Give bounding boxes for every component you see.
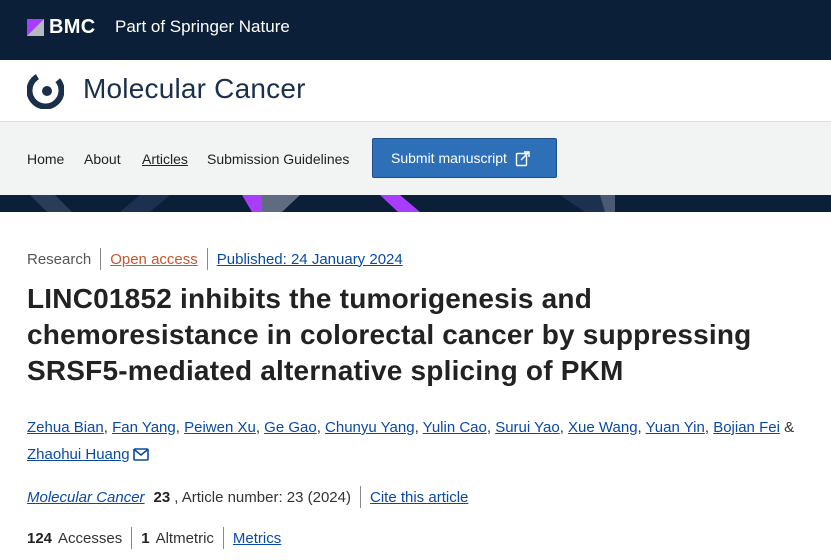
author-link[interactable]: Xue Wang: [568, 419, 638, 436]
citation-line: Molecular Cancer 23 , Article number: 23…: [27, 486, 468, 508]
bmc-logo-icon: [27, 19, 44, 36]
author-separator: ,: [103, 419, 113, 436]
author-link[interactable]: Yulin Cao: [423, 419, 487, 436]
metrics-line: 124 Accesses 1 Altmetric Metrics: [27, 527, 281, 549]
citation-article-number: , Article number: 23 (2024): [174, 488, 351, 506]
author-link[interactable]: Zehua Bian: [27, 419, 104, 436]
nav-articles[interactable]: Articles: [142, 151, 188, 167]
metrics-divider: [131, 527, 133, 549]
external-upload-icon: [515, 150, 530, 166]
journal-title[interactable]: Molecular Cancer: [83, 73, 306, 105]
cite-this-article-link[interactable]: Cite this article: [370, 489, 468, 506]
metrics-link[interactable]: Metrics: [233, 530, 281, 547]
submit-manuscript-label: Submit manuscript: [391, 150, 507, 166]
article-type: Research: [27, 250, 92, 268]
decorative-banner: [0, 195, 831, 212]
journal-nav: Home About Articles Submission Guideline…: [0, 121, 831, 195]
author-link[interactable]: Bojian Fei: [713, 419, 780, 436]
author-link[interactable]: Chunyu Yang: [325, 419, 415, 436]
author-separator: ,: [316, 419, 326, 436]
mail-icon[interactable]: [132, 448, 149, 461]
author-link[interactable]: Ge Gao: [264, 419, 317, 436]
author-separator: ,: [637, 419, 646, 436]
published-date-link[interactable]: Published: 24 January 2024: [217, 251, 403, 268]
author-link[interactable]: Fan Yang: [112, 419, 176, 436]
author-separator: ,: [175, 419, 185, 436]
nav-about[interactable]: About: [84, 151, 121, 167]
article-meta: Research Open access Published: 24 Janua…: [27, 248, 403, 270]
nav-home[interactable]: Home: [27, 151, 64, 167]
bmc-logo-link[interactable]: BMC: [27, 16, 95, 39]
article-title: LINC01852 inhibits the tumorigenesis and…: [27, 283, 752, 386]
submit-manuscript-button[interactable]: Submit manuscript: [372, 138, 557, 178]
author-separator: ,: [414, 419, 423, 436]
altmetric-count: 1: [141, 529, 150, 547]
nav-submission-guidelines[interactable]: Submission Guidelines: [207, 151, 349, 167]
journal-header: Molecular Cancer: [0, 60, 831, 121]
meta-divider: [100, 248, 102, 270]
author-link[interactable]: Surui Yao: [495, 419, 560, 436]
springer-nature-text[interactable]: Part of Springer Nature: [115, 17, 290, 37]
citation-volume: 23: [153, 488, 171, 506]
altmetric-label: Altmetric: [155, 529, 214, 547]
author-separator: &: [779, 419, 795, 436]
citation-journal-link[interactable]: Molecular Cancer: [27, 489, 145, 506]
molecular-cancer-logo-icon[interactable]: [27, 72, 64, 109]
author-separator: ,: [704, 419, 714, 436]
author-link[interactable]: Yuan Yin: [646, 419, 705, 436]
author-link[interactable]: Peiwen Xu: [184, 419, 256, 436]
citation-divider: [360, 486, 361, 508]
author-link[interactable]: Zhaohui Huang: [27, 446, 130, 463]
author-separator: ,: [255, 419, 265, 436]
open-access-link[interactable]: Open access: [110, 251, 198, 268]
author-separator: ,: [486, 419, 496, 436]
banner-pattern: [30, 195, 615, 212]
metrics-divider: [222, 527, 224, 549]
author-separator: ,: [559, 419, 569, 436]
author-list: Zehua Bian, Fan Yang, Peiwen Xu, Ge Gao,…: [27, 414, 822, 468]
bmc-logo-text: BMC: [49, 16, 96, 38]
meta-divider: [206, 248, 208, 270]
bmc-header: BMC Part of Springer Nature: [0, 0, 831, 60]
accesses-label: Accesses: [58, 529, 123, 547]
accesses-count: 124: [27, 529, 53, 547]
